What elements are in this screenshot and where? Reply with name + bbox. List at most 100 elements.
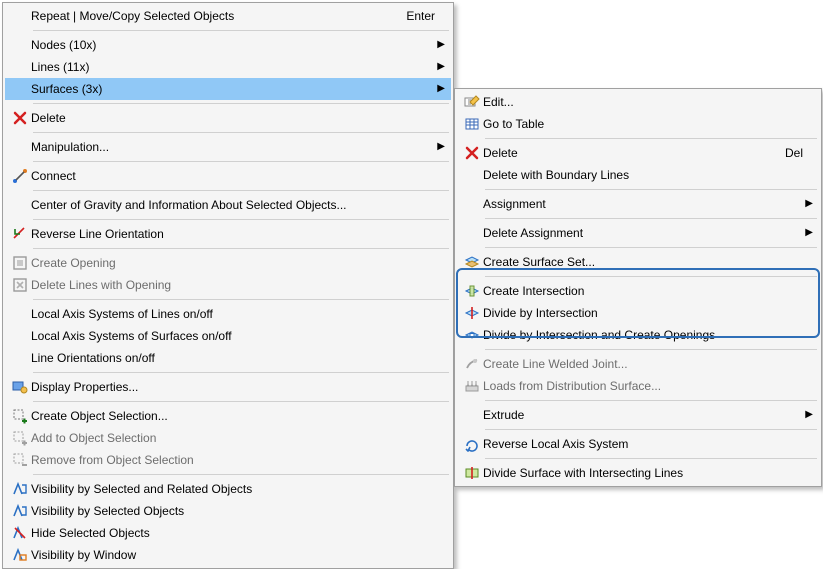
menu-label: Create Line Welded Joint... <box>483 357 813 371</box>
menu-connect[interactable]: Connect <box>5 165 451 187</box>
menu-divide-intersection-openings[interactable]: Divide by Intersection and Create Openin… <box>457 324 819 346</box>
selection-add-icon <box>9 430 31 446</box>
menu-welded-joint: Create Line Welded Joint... <box>457 353 819 375</box>
menu-reverse-line-orientation[interactable]: Reverse Line Orientation <box>5 223 451 245</box>
menu-visibility-window[interactable]: Visibility by Window <box>5 544 451 566</box>
display-properties-icon <box>9 379 31 395</box>
menu-reverse-local-axis[interactable]: Reverse Local Axis System <box>457 433 819 455</box>
menu-delete-boundary[interactable]: Delete with Boundary Lines <box>457 164 819 186</box>
menu-line-orientations[interactable]: Line Orientations on/off <box>5 347 451 369</box>
menu-repeat[interactable]: Repeat | Move/Copy Selected Objects Ente… <box>5 5 451 27</box>
menu-create-opening: Create Opening <box>5 252 451 274</box>
menu-label: Delete with Boundary Lines <box>483 168 813 182</box>
menu-center-of-gravity[interactable]: Center of Gravity and Information About … <box>5 194 451 216</box>
menu-extrude[interactable]: Extrude ▶ <box>457 404 819 426</box>
menu-label: Delete <box>483 146 777 160</box>
menu-label: Reverse Line Orientation <box>31 227 445 241</box>
submenu-arrow-icon: ▶ <box>801 410 813 420</box>
menu-label: Create Object Selection... <box>31 409 445 423</box>
menu-loads-distribution: Loads from Distribution Surface... <box>457 375 819 397</box>
menu-delete-assignment[interactable]: Delete Assignment ▶ <box>457 222 819 244</box>
submenu-arrow-icon: ▶ <box>801 228 813 238</box>
menu-label: Hide Selected Objects <box>31 526 445 540</box>
menu-label: Visibility by Selected and Related Objec… <box>31 482 445 496</box>
menu-create-object-selection[interactable]: Create Object Selection... <box>5 405 451 427</box>
menu-label: Assignment <box>483 197 801 211</box>
separator <box>485 458 817 459</box>
menu-label: Divide by Intersection <box>483 306 813 320</box>
menu-label: Go to Table <box>483 117 813 131</box>
submenu-arrow-icon: ▶ <box>433 142 445 152</box>
visibility-icon <box>9 503 31 519</box>
opening-icon <box>9 255 31 271</box>
separator <box>33 372 449 373</box>
separator <box>485 218 817 219</box>
menu-label: Repeat | Move/Copy Selected Objects <box>31 9 398 23</box>
submenu-arrow-icon: ▶ <box>433 40 445 50</box>
menu-label: Divide by Intersection and Create Openin… <box>483 328 813 342</box>
menu-label: Surfaces (3x) <box>31 82 433 96</box>
separator <box>485 247 817 248</box>
separator <box>33 299 449 300</box>
separator <box>485 138 817 139</box>
connect-icon <box>9 168 31 184</box>
menu-label: Edit... <box>483 95 813 109</box>
menu-label: Local Axis Systems of Surfaces on/off <box>31 329 445 343</box>
menu-nodes[interactable]: Nodes (10x) ▶ <box>5 34 451 56</box>
menu-label: Line Orientations on/off <box>31 351 445 365</box>
intersection-icon <box>461 283 483 299</box>
menu-label: Divide Surface with Intersecting Lines <box>483 466 813 480</box>
menu-local-axis-surfaces[interactable]: Local Axis Systems of Surfaces on/off <box>5 325 451 347</box>
menu-label: Delete Assignment <box>483 226 801 240</box>
menu-lines[interactable]: Lines (11x) ▶ <box>5 56 451 78</box>
menu-label: Reverse Local Axis System <box>483 437 813 451</box>
menu-manipulation[interactable]: Manipulation... ▶ <box>5 136 451 158</box>
menu-delete-lines-with-opening: Delete Lines with Opening <box>5 274 451 296</box>
reverse-line-icon <box>9 226 31 242</box>
delete-opening-icon <box>9 277 31 293</box>
selection-remove-icon <box>9 452 31 468</box>
menu-label: Remove from Object Selection <box>31 453 445 467</box>
separator <box>485 276 817 277</box>
menu-label: Display Properties... <box>31 380 445 394</box>
separator <box>33 401 449 402</box>
shortcut: Del <box>785 146 803 160</box>
menu-add-to-selection: Add to Object Selection <box>5 427 451 449</box>
visibility-icon <box>9 481 31 497</box>
menu-label: Create Surface Set... <box>483 255 813 269</box>
table-icon <box>461 116 483 132</box>
menu-visibility-related[interactable]: Visibility by Selected and Related Objec… <box>5 478 451 500</box>
menu-divide-by-intersection[interactable]: Divide by Intersection <box>457 302 819 324</box>
menu-label: Connect <box>31 169 445 183</box>
separator <box>33 219 449 220</box>
delete-icon <box>9 111 31 125</box>
menu-go-to-table[interactable]: Go to Table <box>457 113 819 135</box>
menu-local-axis-lines[interactable]: Local Axis Systems of Lines on/off <box>5 303 451 325</box>
divide-surface-icon <box>461 465 483 481</box>
reverse-axis-icon <box>461 436 483 452</box>
submenu-arrow-icon: ▶ <box>433 84 445 94</box>
menu-edit[interactable]: Edit... <box>457 91 819 113</box>
menu-create-surface-set[interactable]: Create Surface Set... <box>457 251 819 273</box>
menu-divide-surface-lines[interactable]: Divide Surface with Intersecting Lines <box>457 462 819 484</box>
selection-new-icon <box>9 408 31 424</box>
separator <box>33 132 449 133</box>
menu-assignment[interactable]: Assignment ▶ <box>457 193 819 215</box>
menu-label: Add to Object Selection <box>31 431 445 445</box>
menu-create-intersection[interactable]: Create Intersection <box>457 280 819 302</box>
delete-icon <box>461 146 483 160</box>
menu-visibility-selected[interactable]: Visibility by Selected Objects <box>5 500 451 522</box>
submenu-arrow-icon: ▶ <box>433 62 445 72</box>
context-menu-right: Edit... Go to Table Delete Del Delete wi… <box>454 88 822 487</box>
menu-delete[interactable]: Delete <box>5 107 451 129</box>
menu-label: Create Opening <box>31 256 445 270</box>
menu-label: Visibility by Selected Objects <box>31 504 445 518</box>
menu-label: Visibility by Window <box>31 548 445 562</box>
menu-surfaces[interactable]: Surfaces (3x) ▶ <box>5 78 451 100</box>
menu-hide-selected[interactable]: Hide Selected Objects <box>5 522 451 544</box>
menu-delete-right[interactable]: Delete Del <box>457 142 819 164</box>
weld-icon <box>461 356 483 372</box>
menu-label: Nodes (10x) <box>31 38 433 52</box>
menu-display-properties[interactable]: Display Properties... <box>5 376 451 398</box>
menu-label: Local Axis Systems of Lines on/off <box>31 307 445 321</box>
